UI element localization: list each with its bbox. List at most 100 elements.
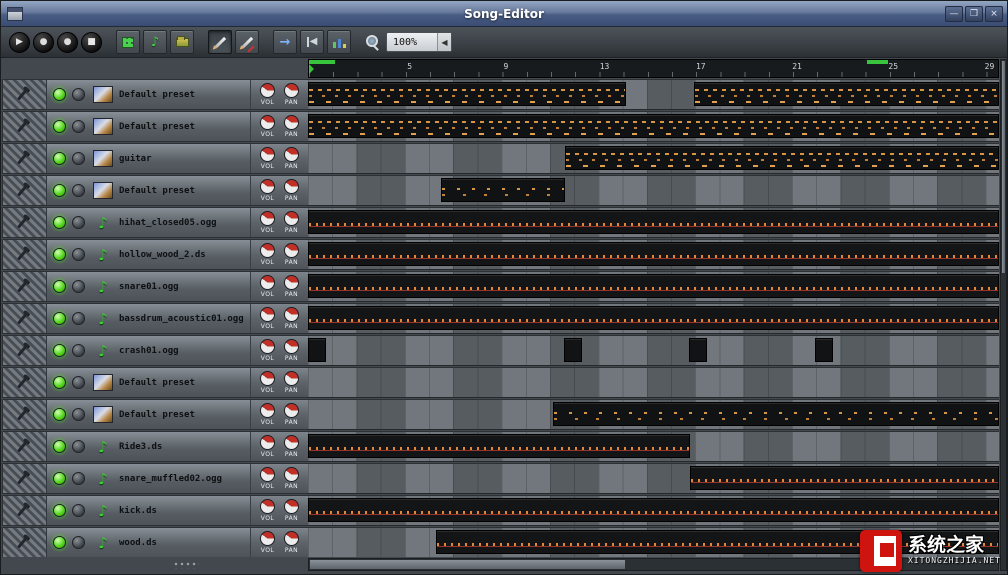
track-lane[interactable] (308, 239, 999, 270)
track-grip[interactable] (3, 304, 47, 333)
rewind-to-start-button[interactable]: ◀ (300, 30, 324, 54)
close-button[interactable]: × (985, 6, 1003, 22)
pan-knob[interactable] (284, 115, 299, 130)
mute-led[interactable] (53, 216, 66, 229)
pan-knob[interactable] (284, 403, 299, 418)
maximize-button[interactable]: ❐ (965, 6, 983, 22)
mute-led[interactable] (53, 344, 66, 357)
track-grip[interactable] (3, 496, 47, 525)
solo-led[interactable] (72, 88, 85, 101)
track-panel[interactable]: ♪snare01.oggVOLPAN (2, 271, 308, 302)
mute-led[interactable] (53, 440, 66, 453)
mute-led[interactable] (53, 152, 66, 165)
pattern-segment[interactable] (689, 338, 707, 362)
pan-knob[interactable] (284, 243, 299, 258)
pattern-segment[interactable] (308, 242, 999, 266)
track-panel[interactable]: ♪Ride3.dsVOLPAN (2, 431, 308, 462)
solo-led[interactable] (72, 280, 85, 293)
pan-knob[interactable] (284, 83, 299, 98)
track-name[interactable]: Default preset (119, 90, 250, 100)
track-lane[interactable] (308, 143, 999, 174)
track-name[interactable]: snare_muffled02.ogg (119, 474, 250, 484)
mute-led[interactable] (53, 120, 66, 133)
track-grip[interactable] (3, 432, 47, 461)
track-panel[interactable]: guitarVOLPAN (2, 143, 308, 174)
track-grip[interactable] (3, 240, 47, 269)
pan-knob[interactable] (284, 531, 299, 546)
track-name[interactable]: Ride3.ds (119, 442, 250, 452)
track-lane[interactable] (308, 367, 999, 398)
solo-led[interactable] (72, 312, 85, 325)
timeline-ruler[interactable]: 591317212529 (308, 59, 999, 78)
solo-led[interactable] (72, 184, 85, 197)
volume-knob[interactable] (260, 339, 275, 354)
track-name[interactable]: guitar (119, 154, 250, 164)
timeline-behaviour-button[interactable] (327, 30, 351, 54)
horizontal-scrollbar-thumb[interactable] (309, 559, 626, 570)
tracklist-resize-grip[interactable] (173, 561, 199, 569)
add-sample-track-button[interactable]: ♪ (143, 30, 167, 54)
solo-led[interactable] (72, 152, 85, 165)
pattern-segment[interactable] (441, 178, 565, 202)
solo-led[interactable] (72, 344, 85, 357)
track-grip[interactable] (3, 528, 47, 557)
pan-knob[interactable] (284, 371, 299, 386)
mute-led[interactable] (53, 280, 66, 293)
solo-led[interactable] (72, 376, 85, 389)
track-name[interactable]: crash01.ogg (119, 346, 250, 356)
pan-knob[interactable] (284, 147, 299, 162)
track-lane[interactable] (308, 79, 999, 110)
track-lane[interactable] (308, 495, 999, 526)
solo-led[interactable] (72, 504, 85, 517)
track-grip[interactable] (3, 144, 47, 173)
stop-button[interactable]: ■ (81, 32, 102, 53)
mute-led[interactable] (53, 408, 66, 421)
track-grip[interactable] (3, 368, 47, 397)
mute-led[interactable] (53, 88, 66, 101)
track-panel[interactable]: ♪crash01.oggVOLPAN (2, 335, 308, 366)
mute-led[interactable] (53, 504, 66, 517)
pan-knob[interactable] (284, 211, 299, 226)
track-lane[interactable] (308, 175, 999, 206)
track-lane[interactable] (308, 271, 999, 302)
pattern-segment[interactable] (308, 338, 326, 362)
volume-knob[interactable] (260, 147, 275, 162)
pattern-segment[interactable] (308, 434, 690, 458)
pan-knob[interactable] (284, 339, 299, 354)
pan-knob[interactable] (284, 179, 299, 194)
solo-led[interactable] (72, 440, 85, 453)
track-grip[interactable] (3, 336, 47, 365)
volume-knob[interactable] (260, 179, 275, 194)
volume-knob[interactable] (260, 307, 275, 322)
solo-led[interactable] (72, 408, 85, 421)
volume-knob[interactable] (260, 467, 275, 482)
track-grip[interactable] (3, 112, 47, 141)
playhead-marker[interactable] (309, 60, 335, 64)
volume-knob[interactable] (260, 371, 275, 386)
track-panel[interactable]: Default presetVOLPAN (2, 399, 308, 430)
track-name[interactable]: wood.ds (119, 538, 250, 548)
volume-knob[interactable] (260, 403, 275, 418)
pattern-segment[interactable] (815, 338, 833, 362)
pattern-segment[interactable] (553, 402, 999, 426)
volume-knob[interactable] (260, 499, 275, 514)
pattern-segment[interactable] (308, 498, 999, 522)
volume-knob[interactable] (260, 435, 275, 450)
volume-knob[interactable] (260, 275, 275, 290)
track-panel[interactable]: Default presetVOLPAN (2, 367, 308, 398)
volume-knob[interactable] (260, 531, 275, 546)
track-grip[interactable] (3, 464, 47, 493)
add-automation-track-button[interactable] (170, 30, 194, 54)
zoom-spinner-button[interactable]: ◀ (437, 33, 451, 51)
track-lane[interactable] (308, 399, 999, 430)
track-name[interactable]: Default preset (119, 378, 250, 388)
pan-knob[interactable] (284, 307, 299, 322)
pan-knob[interactable] (284, 435, 299, 450)
track-panel[interactable]: Default presetVOLPAN (2, 175, 308, 206)
track-grip[interactable] (3, 80, 47, 109)
behaviour-at-stop-button[interactable]: → (273, 30, 297, 54)
track-grip[interactable] (3, 400, 47, 429)
track-lane[interactable] (308, 463, 999, 494)
track-grip[interactable] (3, 176, 47, 205)
mute-led[interactable] (53, 184, 66, 197)
